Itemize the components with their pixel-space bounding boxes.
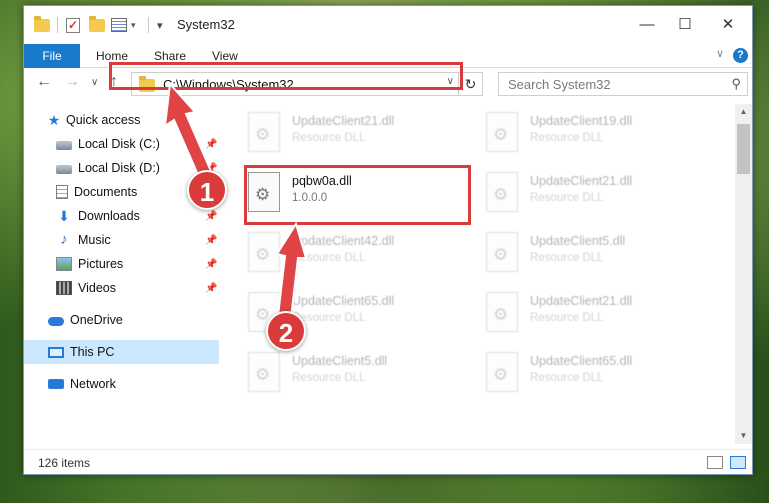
step-2-callout: 2	[266, 311, 306, 351]
step-1-callout: 1	[187, 170, 227, 210]
annotation-arrows	[163, 81, 308, 320]
arrow-1	[163, 81, 216, 186]
arrow-2	[275, 221, 308, 320]
